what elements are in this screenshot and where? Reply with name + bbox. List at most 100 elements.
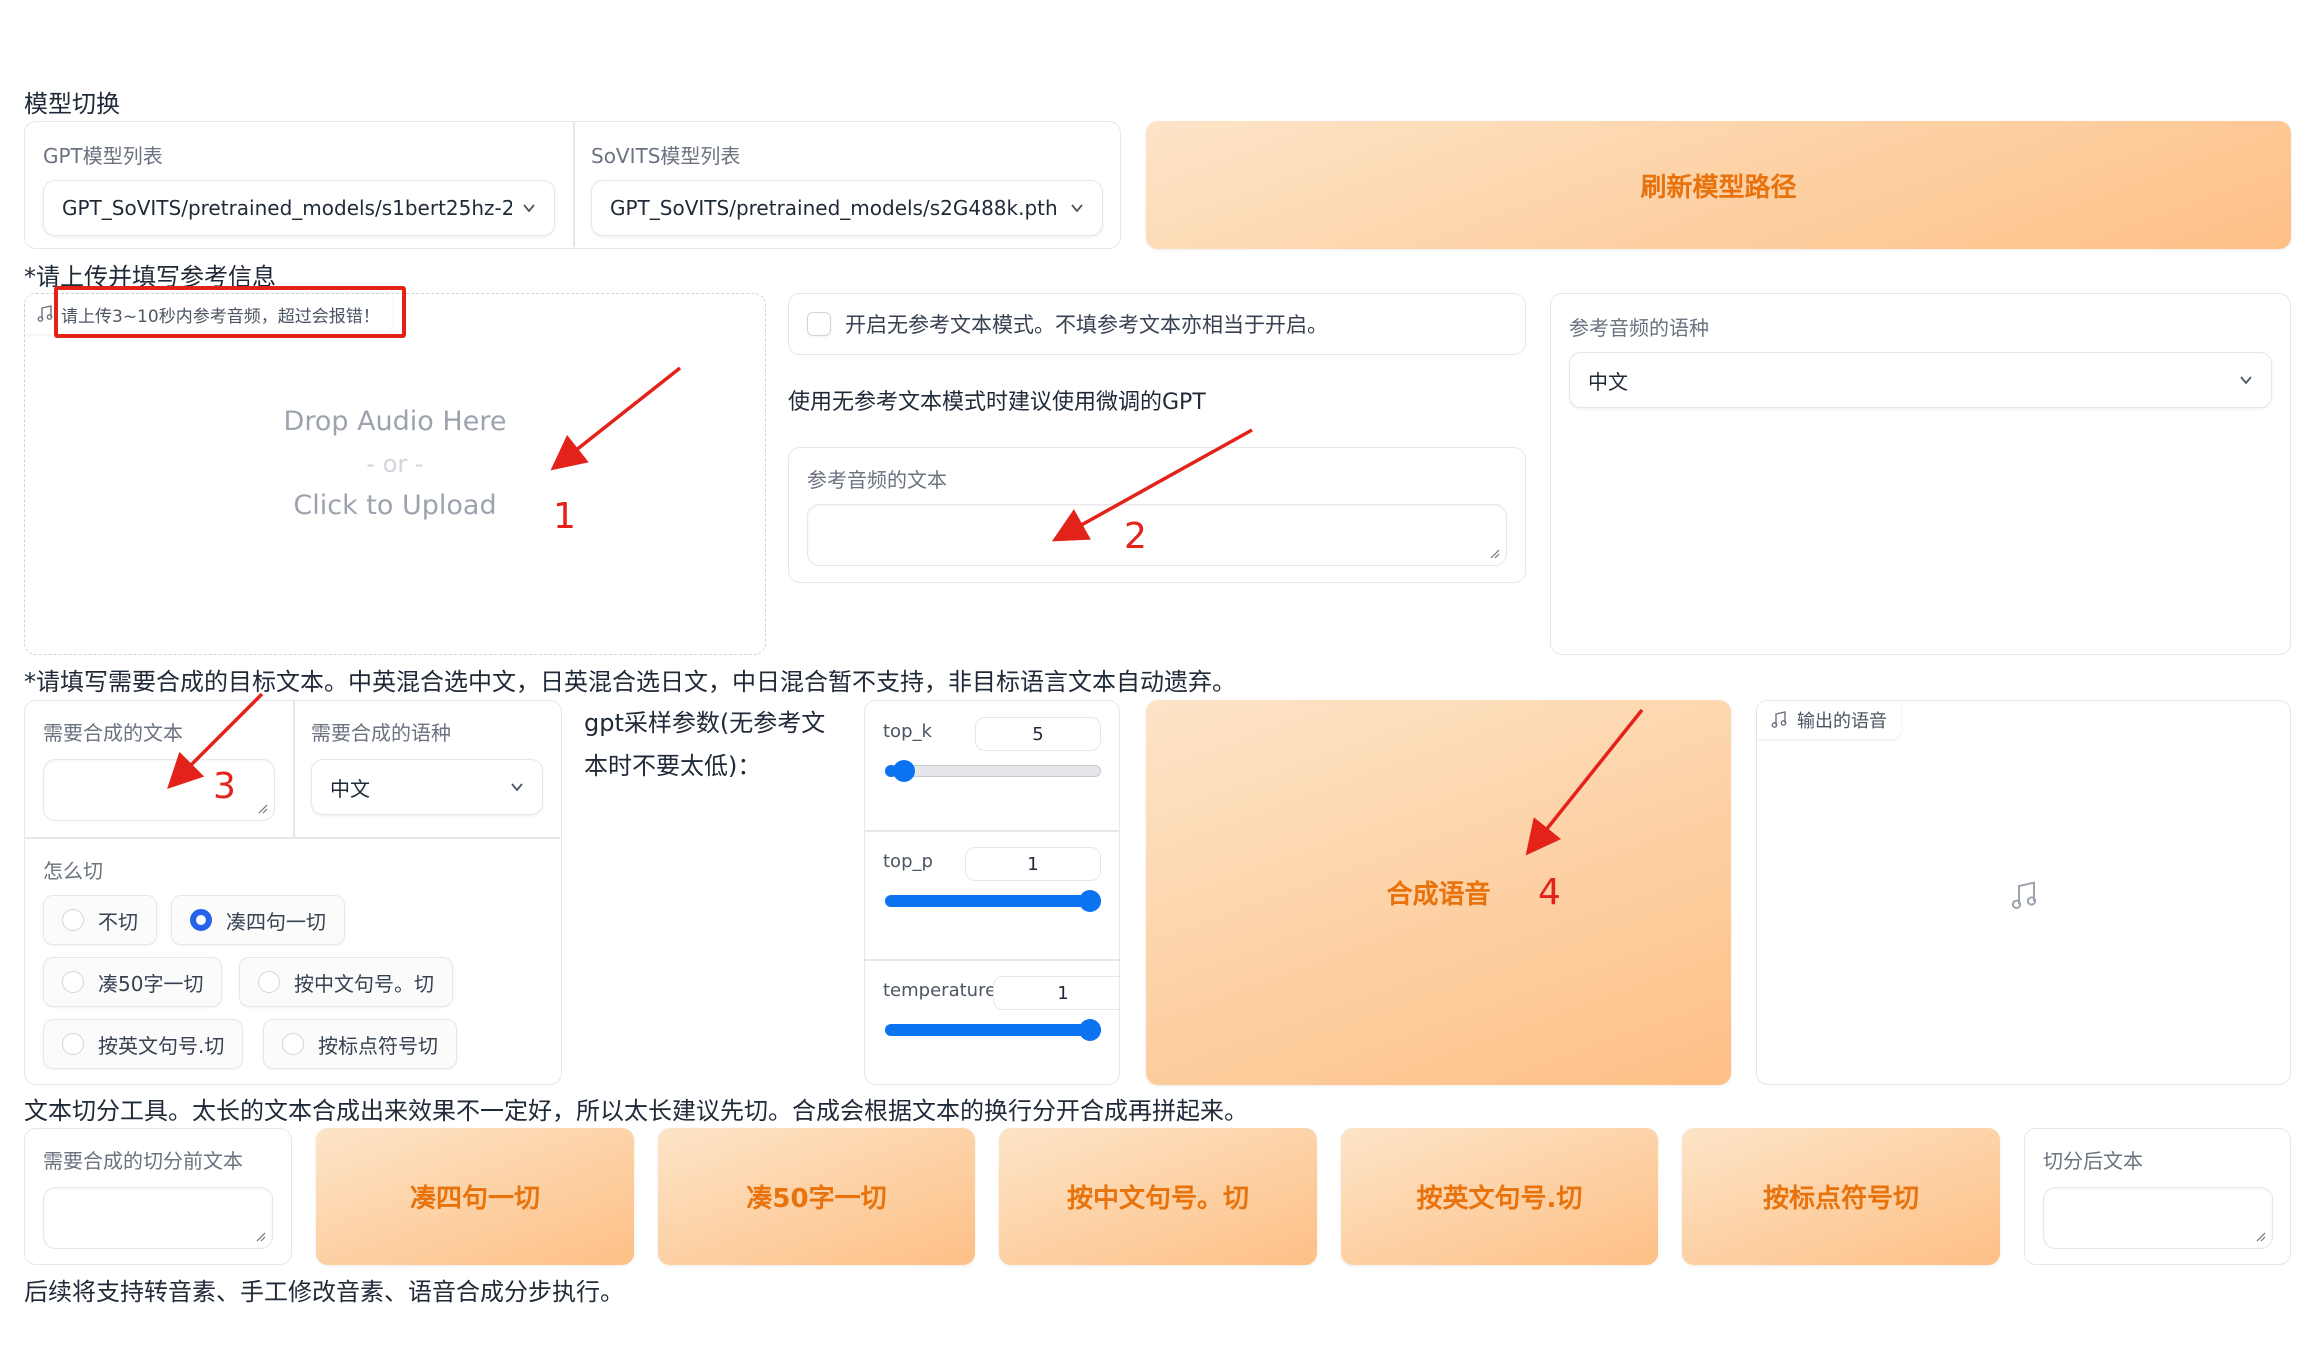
output-audio-panel: 输出的语音 <box>1756 700 2291 1085</box>
slider-thumb[interactable] <box>892 760 915 782</box>
no-ref-text-panel: 开启无参考文本模式。不填参考文本亦相当于开启。 <box>788 293 1526 355</box>
sampling-params-panel: top_k 5 top_p 1 temperature 1 <box>864 700 1120 1085</box>
slider-track <box>885 765 1101 777</box>
gpt-params-line2: 本时不要太低)： <box>584 752 762 780</box>
cut-option-label: 凑四句一切 <box>226 909 326 934</box>
no-ref-text-label: 开启无参考文本模式。不填参考文本亦相当于开启。 <box>845 313 1328 337</box>
temperature-input[interactable]: 1 <box>993 976 1119 1010</box>
target-text-input[interactable] <box>43 759 275 821</box>
gpt-params-line1: gpt采样参数(无参考文 <box>584 709 826 737</box>
cut-option-punctuation[interactable]: 按标点符号切 <box>263 1019 457 1069</box>
ref-lang-panel: 参考音频的语种 中文 <box>1550 293 2291 655</box>
radio-icon <box>62 971 84 993</box>
footer-note: 后续将支持转音素、手工修改音素、语音合成分步执行。 <box>24 1278 624 1306</box>
target-text-panel: 需要合成的文本 需要合成的语种 中文 怎么切 不切 凑四句一切 凑50字一切 按… <box>24 700 562 1085</box>
slider-thumb[interactable] <box>1079 1019 1101 1041</box>
sovits-model-value: GPT_SoVITS/pretrained_models/s2G488k.pth <box>610 196 1058 220</box>
cut-option-four-sentences[interactable]: 凑四句一切 <box>171 895 345 945</box>
gpt-model-value: GPT_SoVITS/pretrained_models/s1bert25hz-… <box>62 196 512 220</box>
split-fifty-chars-button[interactable]: 凑50字一切 <box>658 1128 975 1265</box>
cut-option-fifty-chars[interactable]: 凑50字一切 <box>43 957 223 1007</box>
panel-divider <box>293 701 295 837</box>
cut-option-label: 不切 <box>98 909 138 934</box>
split-english-period-button[interactable]: 按英文句号.切 <box>1341 1128 1658 1265</box>
no-ref-text-checkbox[interactable] <box>807 312 831 336</box>
top-p-input[interactable]: 1 <box>965 847 1101 881</box>
chevron-down-icon <box>1071 204 1083 213</box>
model-switch-title: 模型切换 <box>24 90 120 118</box>
cut-option-label: 凑50字一切 <box>98 971 204 996</box>
top-p-slider[interactable] <box>885 890 1101 912</box>
synthesize-button-label: 合成语音 <box>1386 880 1491 910</box>
target-text-label: 需要合成的文本 <box>43 721 183 745</box>
panel-divider <box>865 830 1119 832</box>
ref-lang-dropdown[interactable]: 中文 <box>1569 352 2272 408</box>
split-punctuation-button[interactable]: 按标点符号切 <box>1682 1128 2000 1265</box>
radio-icon <box>258 971 280 993</box>
output-audio-label: 输出的语音 <box>1797 711 1887 732</box>
temperature-label: temperature <box>883 980 997 1001</box>
target-section-title: *请填写需要合成的目标文本。中英混合选中文，日英混合选日文，中日混合暂不支持，非… <box>24 668 1236 696</box>
music-note-icon <box>2011 881 2037 910</box>
ref-lang-label: 参考音频的语种 <box>1569 316 1709 340</box>
splitter-section-title: 文本切分工具。太长的文本合成出来效果不一定好，所以太长建议先切。合成会根据文本的… <box>24 1097 1248 1125</box>
annotation-number-2: 2 <box>1124 516 1147 557</box>
cut-option-label: 按英文句号.切 <box>98 1033 225 1058</box>
split-output-panel: 切分后文本 <box>2024 1128 2291 1265</box>
cut-option-label: 按中文句号。切 <box>294 971 434 996</box>
split-chinese-period-button[interactable]: 按中文句号。切 <box>999 1128 1317 1265</box>
cut-option-english-period[interactable]: 按英文句号.切 <box>43 1019 244 1069</box>
target-lang-dropdown[interactable]: 中文 <box>311 759 543 815</box>
temperature-slider[interactable] <box>885 1019 1101 1041</box>
top-k-slider[interactable] <box>885 760 1101 782</box>
cut-option-chinese-period[interactable]: 按中文句号。切 <box>239 957 453 1007</box>
top-p-label: top_p <box>883 851 933 872</box>
gpt-model-label: GPT模型列表 <box>43 144 163 168</box>
gpt-model-dropdown[interactable]: GPT_SoVITS/pretrained_models/s1bert25hz-… <box>43 180 555 236</box>
annotation-number-4: 4 <box>1538 872 1561 913</box>
music-note-icon <box>37 305 53 322</box>
radio-icon <box>62 1033 84 1055</box>
resize-handle-icon[interactable] <box>254 1230 266 1242</box>
split-input-textarea[interactable] <box>43 1187 273 1249</box>
resize-handle-icon[interactable] <box>1488 547 1500 559</box>
chevron-down-icon <box>523 204 535 213</box>
slider-fill <box>885 895 1101 907</box>
split-output-textarea[interactable] <box>2043 1187 2273 1249</box>
ref-text-panel: 参考音频的文本 <box>788 447 1526 583</box>
sovits-model-label: SoVITS模型列表 <box>591 144 741 168</box>
cut-option-label: 按标点符号切 <box>318 1033 438 1058</box>
resize-handle-icon[interactable] <box>256 802 268 814</box>
annotation-number-3: 3 <box>213 766 236 807</box>
ref-text-input[interactable] <box>807 504 1507 566</box>
gpt-sampling-params-label: gpt采样参数(无参考文 本时不要太低)： <box>584 702 825 788</box>
panel-divider <box>25 837 560 839</box>
top-k-input[interactable]: 5 <box>975 717 1101 751</box>
resize-handle-icon[interactable] <box>2254 1230 2266 1242</box>
radio-selected-icon <box>190 909 212 931</box>
ref-lang-value: 中文 <box>1588 369 1628 394</box>
sovits-model-dropdown[interactable]: GPT_SoVITS/pretrained_models/s2G488k.pth <box>591 180 1103 236</box>
split-four-sentences-button[interactable]: 凑四句一切 <box>316 1128 634 1265</box>
output-audio-label-tag: 输出的语音 <box>1757 701 1901 739</box>
split-output-label: 切分后文本 <box>2043 1149 2143 1173</box>
annotation-highlight-box <box>54 286 406 338</box>
click-to-upload-text: Click to Upload <box>293 490 497 521</box>
cut-option-none[interactable]: 不切 <box>43 895 157 945</box>
radio-icon <box>282 1033 304 1055</box>
synthesize-button[interactable]: 合成语音 <box>1146 700 1731 1085</box>
reference-audio-upload[interactable]: 请上传3~10秒内参考音频，超过会报错！ Drop Audio Here - o… <box>24 293 766 655</box>
or-separator: - or - <box>366 450 424 478</box>
ref-text-label: 参考音频的文本 <box>807 468 947 492</box>
chevron-down-icon <box>511 783 523 792</box>
target-lang-label: 需要合成的语种 <box>311 721 451 745</box>
panel-divider <box>865 959 1119 961</box>
split-input-panel: 需要合成的切分前文本 <box>24 1128 292 1265</box>
annotation-number-1: 1 <box>553 496 576 537</box>
panel-divider <box>573 122 575 247</box>
slider-thumb[interactable] <box>1079 890 1101 912</box>
slider-fill <box>885 1024 1101 1036</box>
drop-audio-text: Drop Audio Here <box>283 406 507 437</box>
model-selector-panel: GPT模型列表 GPT_SoVITS/pretrained_models/s1b… <box>24 121 1121 249</box>
refresh-model-paths-button[interactable]: 刷新模型路径 <box>1146 121 2291 249</box>
